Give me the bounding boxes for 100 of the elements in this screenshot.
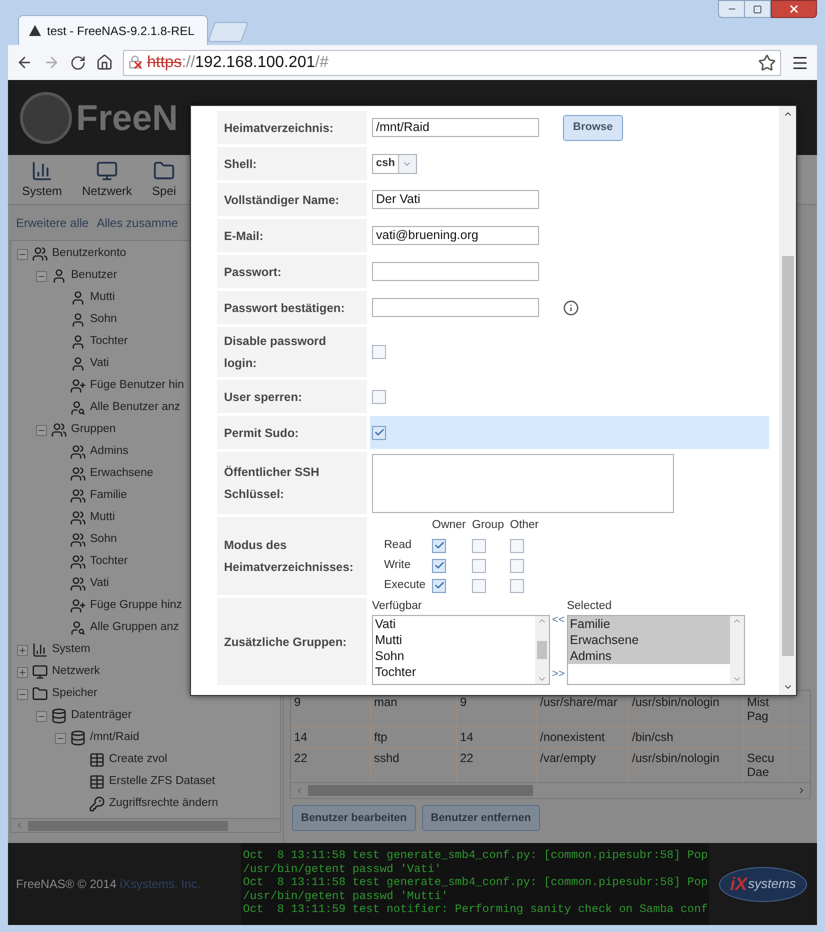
action-button[interactable]: Benutzer bearbeiten bbox=[292, 805, 416, 831]
list-item[interactable]: Vati bbox=[375, 616, 535, 632]
list-item[interactable]: Admins bbox=[568, 648, 730, 664]
collapse-toggle[interactable] bbox=[36, 270, 47, 282]
checkbox[interactable] bbox=[372, 426, 386, 440]
expand-toggle[interactable] bbox=[17, 644, 28, 656]
password-field[interactable] bbox=[372, 262, 539, 281]
password-field[interactable] bbox=[372, 298, 539, 317]
toolbar-button[interactable]: Netzwerk bbox=[78, 160, 136, 200]
copyright-text: FreeNAS® © 2014 bbox=[16, 877, 116, 891]
reload-icon[interactable] bbox=[70, 54, 86, 70]
checkbox[interactable] bbox=[472, 538, 486, 553]
collapse-toggle[interactable] bbox=[17, 688, 28, 700]
logo-text: FreeN bbox=[76, 96, 178, 140]
text-field[interactable]: /mnt/Raid bbox=[372, 118, 539, 137]
list-item[interactable]: Familie bbox=[568, 616, 730, 632]
tree-item[interactable]: Füge Gruppe hinz bbox=[90, 597, 182, 615]
collapse-toggle[interactable] bbox=[17, 248, 28, 260]
maximize-icon[interactable] bbox=[753, 4, 762, 14]
tree-item[interactable]: Mutti bbox=[90, 289, 115, 307]
list-item[interactable]: Mutti bbox=[375, 632, 535, 648]
back-icon[interactable] bbox=[16, 54, 33, 71]
browse-button[interactable]: Browse bbox=[563, 114, 623, 140]
tree-item[interactable]: Erstelle ZFS Dataset bbox=[109, 773, 216, 791]
collapse-toggle[interactable] bbox=[36, 710, 47, 722]
list-item[interactable]: Erwachsene bbox=[568, 632, 730, 648]
scroll-left-icon[interactable] bbox=[295, 786, 304, 795]
tree-item[interactable]: Vati bbox=[90, 575, 109, 593]
scrollbar-thumb[interactable] bbox=[308, 785, 533, 796]
collapse-toggle[interactable] bbox=[36, 424, 47, 436]
scroll-right-icon[interactable] bbox=[797, 786, 806, 795]
shell-select[interactable]: csh bbox=[372, 154, 417, 174]
tree-item[interactable]: Sohn bbox=[90, 311, 117, 329]
remove-link[interactable]: << bbox=[552, 612, 565, 628]
tree-item[interactable]: Create zvol bbox=[109, 751, 168, 769]
tree-item[interactable]: Gruppen bbox=[71, 421, 116, 439]
tree-item[interactable]: System bbox=[52, 641, 90, 659]
text-field[interactable]: Der Vati bbox=[372, 190, 539, 209]
tree-item[interactable]: Tochter bbox=[90, 553, 128, 571]
tree-item[interactable]: Alle Benutzer anz bbox=[90, 399, 180, 417]
checkbox[interactable] bbox=[510, 538, 524, 553]
list-item[interactable]: Sohn bbox=[375, 648, 535, 664]
tree-item[interactable]: Erwachsene bbox=[90, 465, 154, 483]
tree-action-link[interactable]: Erweitere alle bbox=[16, 214, 89, 232]
checkbox[interactable] bbox=[432, 538, 446, 553]
tree-item[interactable]: Sohn bbox=[90, 531, 117, 549]
checkbox[interactable] bbox=[510, 558, 524, 573]
add-link[interactable]: >> bbox=[552, 666, 565, 682]
scrollbar-thumb[interactable] bbox=[782, 256, 794, 656]
tree-item[interactable]: Füge Benutzer hin bbox=[90, 377, 184, 395]
tree-item[interactable]: Netzwerk bbox=[52, 663, 100, 681]
bookmark-star-icon[interactable] bbox=[758, 54, 776, 72]
available-list[interactable]: Vati Mutti Sohn Tochter bbox=[372, 615, 550, 686]
toolbar-button[interactable]: System bbox=[18, 160, 66, 200]
tree-item[interactable]: Admins bbox=[90, 443, 128, 461]
info-icon[interactable] bbox=[563, 300, 579, 316]
plus-icon bbox=[18, 668, 27, 676]
list-item[interactable]: Tochter bbox=[375, 664, 535, 680]
tree-item[interactable]: Datenträger bbox=[71, 707, 132, 725]
tree-item[interactable]: /mnt/Raid bbox=[90, 729, 140, 747]
checkbox[interactable] bbox=[372, 390, 386, 404]
forward-icon[interactable] bbox=[43, 54, 60, 71]
selected-list[interactable]: Familie Erwachsene Admins bbox=[566, 615, 745, 686]
tree-item[interactable]: Speicher bbox=[52, 685, 98, 703]
toolbar-button[interactable]: Spei bbox=[148, 160, 180, 200]
text-area[interactable] bbox=[372, 454, 674, 512]
chart-icon bbox=[32, 642, 48, 658]
field-label: Permit Sudo: bbox=[217, 416, 367, 449]
home-icon[interactable] bbox=[96, 54, 113, 71]
checkbox[interactable] bbox=[472, 578, 486, 593]
action-button[interactable]: Benutzer entfernen bbox=[422, 805, 540, 831]
checkbox[interactable] bbox=[472, 558, 486, 573]
new-tab-button[interactable] bbox=[207, 22, 249, 42]
checkbox[interactable] bbox=[432, 578, 446, 593]
close-icon[interactable] bbox=[788, 3, 800, 15]
checkbox[interactable] bbox=[510, 578, 524, 593]
scrollbar-thumb[interactable] bbox=[537, 641, 547, 660]
tree-item[interactable]: Familie bbox=[90, 487, 128, 505]
tree-item[interactable]: Zugriffsrechte ändern bbox=[109, 795, 218, 813]
checkmark-icon bbox=[434, 560, 444, 572]
tree-item[interactable]: Benutzerkonto bbox=[52, 245, 126, 263]
collapse-toggle[interactable] bbox=[55, 732, 66, 744]
text-field[interactable]: vati@bruening.org bbox=[372, 226, 539, 245]
tree-item[interactable]: Alle Gruppen anz bbox=[90, 619, 179, 637]
expand-toggle[interactable] bbox=[17, 666, 28, 678]
scrollbar-thumb[interactable] bbox=[28, 820, 228, 830]
scroll-left-icon[interactable] bbox=[15, 821, 24, 830]
field-label: Passwort: bbox=[217, 255, 367, 288]
checkmark-icon bbox=[434, 540, 444, 552]
tree-item[interactable]: Tochter bbox=[90, 333, 128, 351]
address-field[interactable]: https://192.168.100.201/# bbox=[123, 50, 781, 76]
tree-action-link[interactable]: Alles zusamme bbox=[96, 214, 178, 232]
table-cell: ftp bbox=[371, 727, 457, 747]
tree-item[interactable]: Vati bbox=[90, 355, 109, 373]
checkbox[interactable] bbox=[372, 345, 386, 359]
user-search-icon bbox=[70, 400, 86, 416]
checkbox[interactable] bbox=[432, 558, 446, 573]
browser-tab[interactable]: test - FreeNAS-9.2.1.8-REL bbox=[18, 15, 208, 45]
tree-item[interactable]: Mutti bbox=[90, 509, 115, 527]
tree-item[interactable]: Benutzer bbox=[71, 267, 118, 285]
